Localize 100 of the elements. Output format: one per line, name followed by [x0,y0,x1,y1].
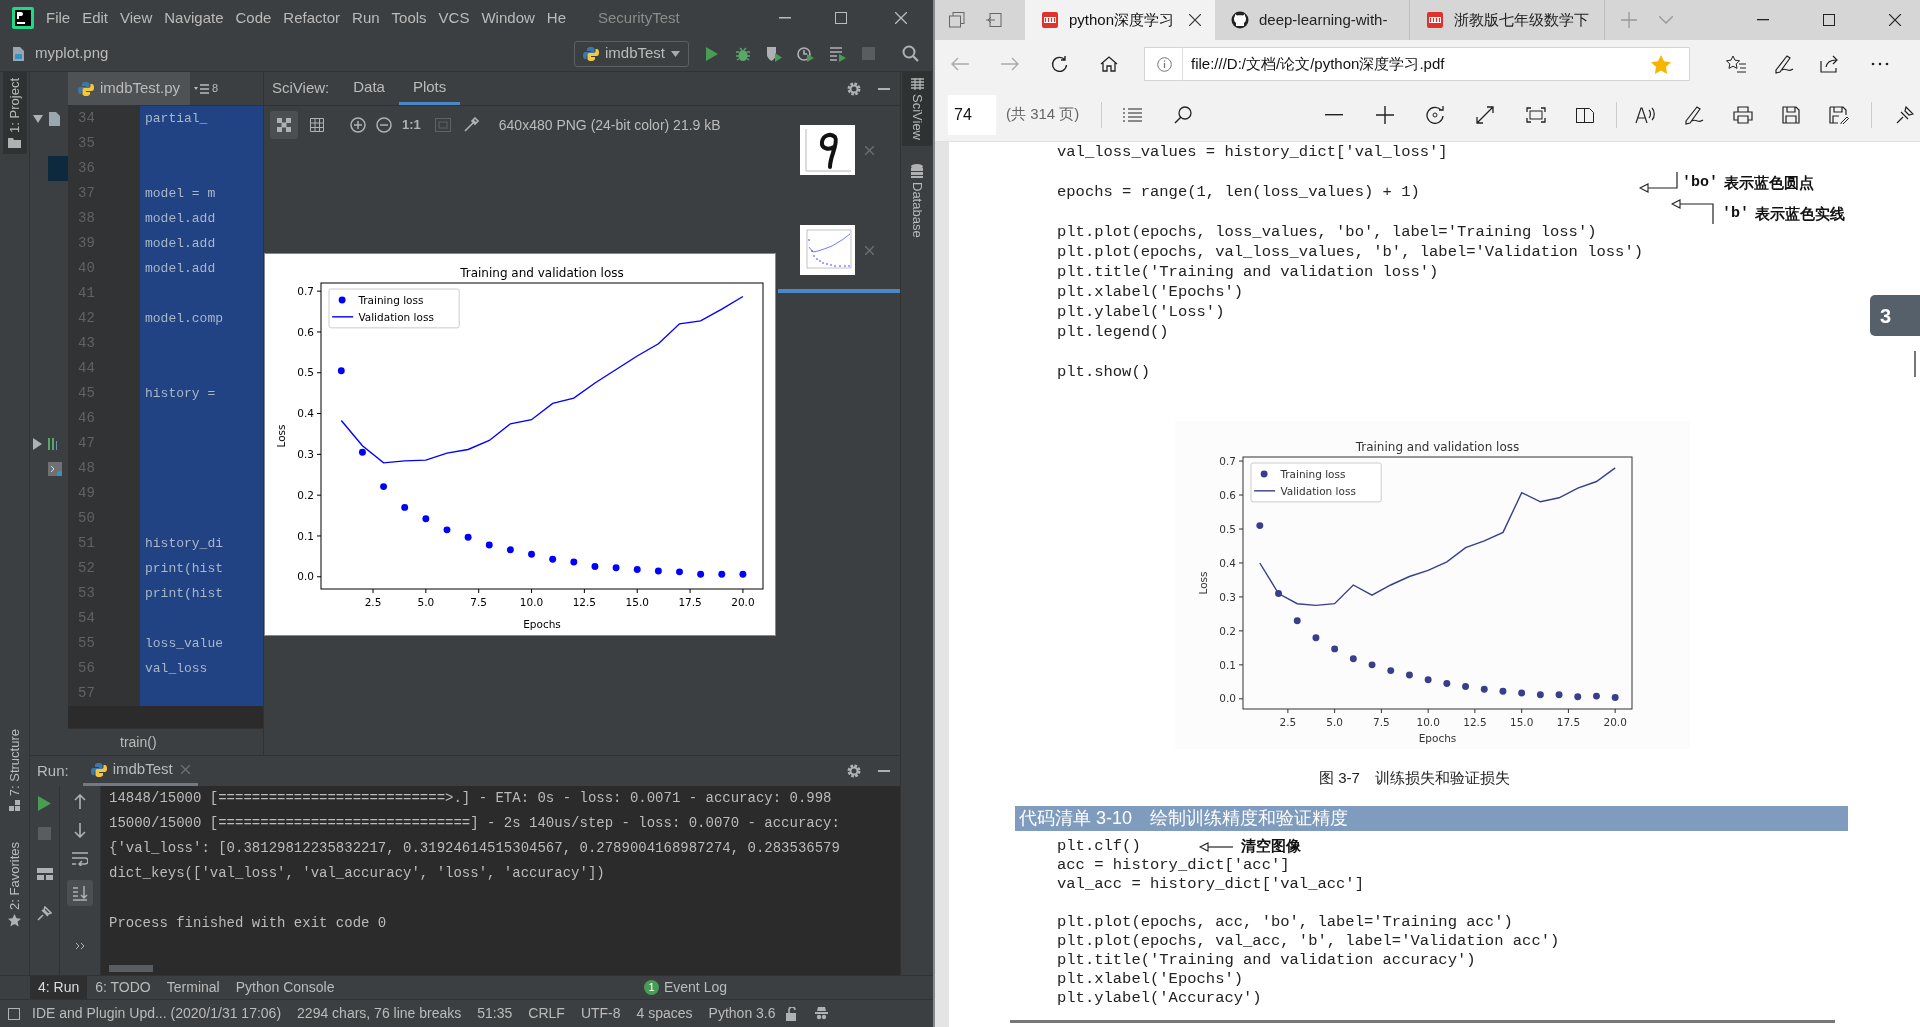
horizontal-scrollbar[interactable] [109,964,153,972]
tool-window-tab[interactable]: 6: TODO [87,976,159,999]
print-icon[interactable] [1733,105,1754,124]
collapse-arrow-icon[interactable] [33,114,43,123]
tool-window-tab[interactable]: 4: Run [30,976,88,999]
close-tab-icon[interactable] [1189,14,1201,26]
window-title: SecurityTest [598,7,680,28]
structure-tool-button[interactable]: 7: Structure [4,724,25,817]
maximize-icon[interactable] [835,12,847,24]
status-item[interactable]: CRLF [528,1003,565,1024]
up-arrow-icon[interactable] [74,794,86,809]
search-icon[interactable] [1174,105,1193,124]
menu-item[interactable]: He [540,6,572,30]
sciview-tool-button[interactable]: SciView [902,72,932,146]
rerun-icon[interactable] [38,796,51,811]
color-picker-icon[interactable] [462,117,479,133]
menu-item[interactable]: VCS [432,6,476,30]
run-icon[interactable] [705,45,719,62]
favorites-icon[interactable] [1726,55,1746,73]
zoom-in-icon[interactable] [1376,105,1395,124]
down-arrow-icon[interactable] [74,823,86,838]
read-aloud-icon[interactable] [1635,105,1656,124]
grid-icon[interactable] [310,118,324,132]
status-item[interactable]: 4 spaces [636,1003,693,1024]
status-item[interactable]: 2294 chars, 76 line breaks [297,1003,462,1024]
menu-item[interactable]: Run [346,6,386,30]
status-item[interactable]: 51:35 [477,1003,513,1024]
status-item[interactable]: IDE and Plugin Upd... (2020/1/31 17:06) [32,1003,282,1024]
breadcrumb-file[interactable]: myplot.png [35,42,109,65]
info-icon[interactable] [1157,56,1172,72]
tab-groups-icon[interactable] [949,12,965,28]
fit-width-icon[interactable] [1476,105,1495,124]
table-of-contents-icon[interactable] [1123,107,1143,122]
pin-icon[interactable] [1896,105,1915,124]
zoom-in-icon[interactable] [350,117,366,133]
menu-item[interactable]: Refactor [277,6,347,30]
run-list-icon[interactable] [829,45,847,62]
soft-wrap-icon[interactable] [72,852,88,866]
coverage-icon[interactable] [765,45,783,62]
panel-tab[interactable]: Plots [398,72,461,105]
pen-icon[interactable] [1774,54,1794,74]
save-icon[interactable] [1782,105,1801,124]
profile-icon[interactable] [797,45,815,62]
inspector-icon[interactable] [813,1006,829,1021]
set-aside-tabs-icon[interactable] [986,13,1002,27]
run-arrow-icon[interactable] [33,437,42,450]
axis-title: Epochs [523,618,561,630]
home-icon[interactable] [1100,56,1118,72]
menu-item[interactable]: Code [229,6,278,30]
close-icon[interactable] [1889,14,1901,26]
lock-icon[interactable] [785,1006,798,1021]
page-number-field[interactable]: 74 [948,94,996,135]
maximize-icon[interactable] [1823,14,1835,26]
rotate-icon[interactable] [1426,105,1446,124]
layout-icon[interactable] [36,868,53,880]
close-icon[interactable] [895,12,907,24]
chapter-tab[interactable]: 3 [1870,295,1920,336]
favorites-tool-button[interactable]: 2: Favorites [4,838,25,931]
fit-page-icon[interactable] [1526,106,1547,123]
address-bar[interactable]: file:///D:/文档/论文/python深度学习.pdf [1144,47,1690,81]
refresh-icon[interactable] [1051,55,1068,73]
menu-item[interactable]: Edit [76,6,115,30]
tab-list-button[interactable]: 8 [194,80,219,97]
layout-toggle-icon[interactable] [8,1007,20,1020]
save-as-icon[interactable] [1829,105,1850,124]
project-tool-button[interactable]: 1: Project [2,72,27,154]
scroll-to-end-icon[interactable] [67,880,93,906]
tool-window-tab[interactable]: Terminal [158,976,228,999]
debug-icon[interactable] [735,45,751,62]
editor-tab[interactable]: imdbTest.py [68,72,190,105]
zoom-out-icon[interactable] [1325,113,1344,116]
actual-size-button[interactable]: 1:1 [402,115,421,135]
plot-thumbnail[interactable] [800,225,855,275]
status-item[interactable]: UTF-8 [580,1003,621,1024]
settings-icon[interactable] [846,80,862,97]
event-log-button[interactable]: 1 Event Log [643,977,727,998]
database-tool-button[interactable]: Database [907,160,927,242]
minimize-icon[interactable] [1757,19,1769,21]
share-icon[interactable] [1820,55,1840,73]
menu-item[interactable]: Navigate [158,6,230,30]
settings-icon[interactable] [846,763,862,779]
run-configuration-dropdown[interactable]: imdbTest [573,40,689,67]
page-view-icon[interactable] [1576,105,1595,124]
minimize-panel-icon[interactable] [878,87,890,90]
tick-label: 7.5 [1373,715,1390,728]
tick-label: 17.5 [1556,715,1581,728]
tool-window-tab[interactable]: Python Console [227,976,343,999]
panel-tab[interactable]: Data [339,72,399,105]
more-icon[interactable] [1871,62,1889,66]
status-item[interactable]: Python 3.6 [708,1003,776,1024]
menu-item[interactable]: File [40,6,77,30]
menu-item[interactable]: View [114,6,159,30]
menu-item[interactable]: Window [475,6,541,30]
favorite-star-icon[interactable] [1651,54,1671,74]
browser-tab[interactable]: python深度学习 [1025,0,1215,40]
menu-item[interactable]: Tools [385,6,433,30]
breadcrumb[interactable]: train() [120,731,157,753]
image-thumbnail[interactable] [800,125,855,175]
chessboard-icon[interactable] [270,111,298,139]
draw-icon[interactable] [1684,104,1705,125]
